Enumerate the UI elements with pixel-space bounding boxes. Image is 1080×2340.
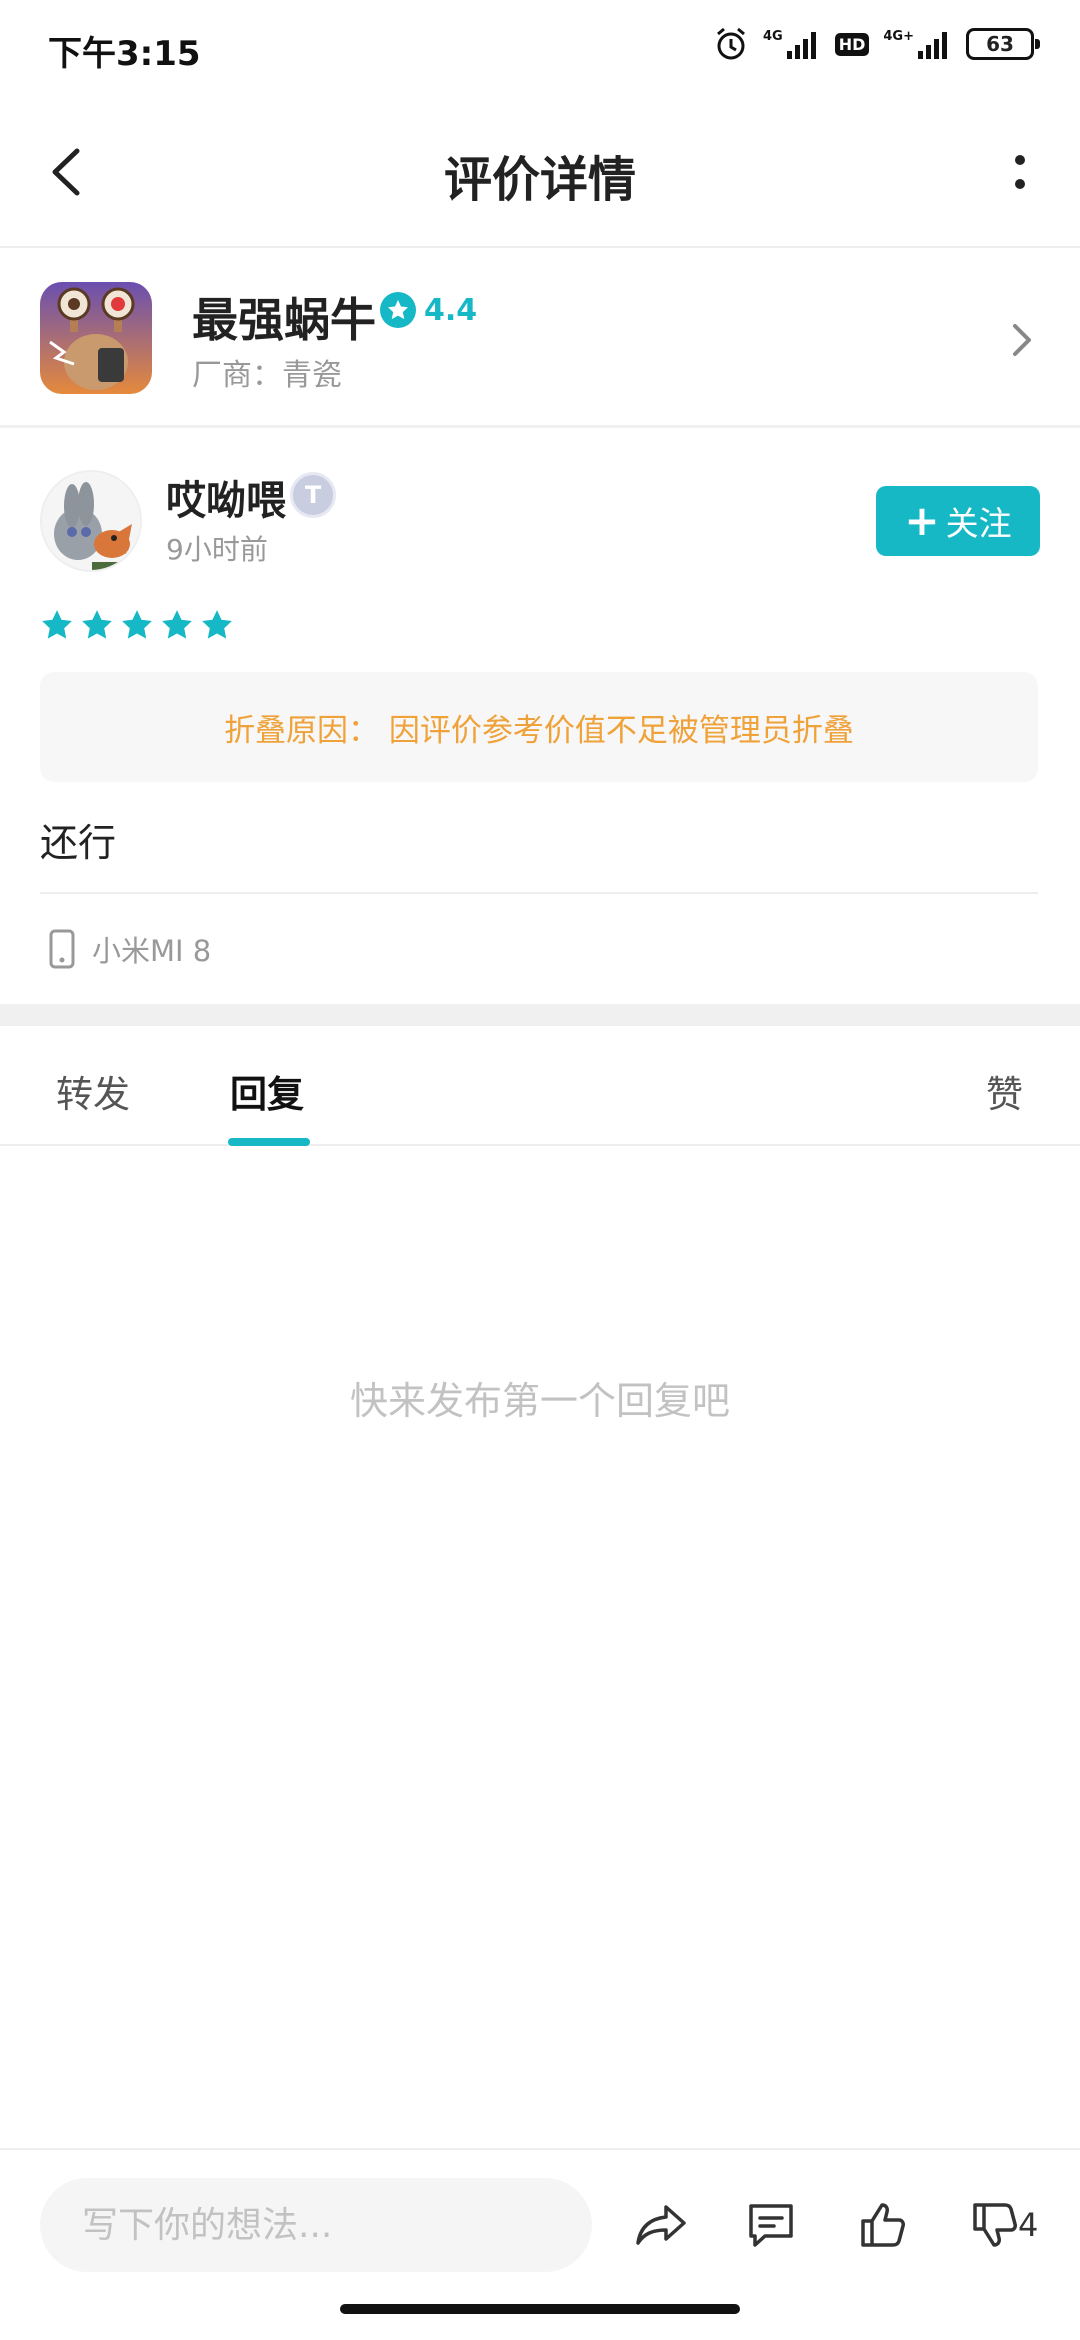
device-name: 小米MI 8	[92, 934, 212, 968]
hd-badge: HD	[834, 32, 870, 56]
tab-replies[interactable]: 回复	[230, 1064, 304, 1118]
comment-icon	[749, 2204, 793, 2247]
bottom-action-bar: 4	[0, 2148, 1080, 2298]
user-level-badge: T	[290, 472, 336, 518]
status-icons: 4G HD 4G+ 63	[713, 26, 1040, 62]
active-tab-indicator	[228, 1138, 310, 1146]
app-icon	[40, 282, 152, 394]
tab-likes[interactable]: 赞	[986, 1064, 1023, 1118]
network-type-2: 4G+	[883, 29, 914, 44]
status-bar: 下午3:15 4G HD 4G+ 63	[0, 0, 1080, 96]
star-badge-icon	[380, 292, 416, 328]
section-separator	[0, 1004, 1080, 1026]
star-icon	[82, 610, 112, 639]
app-name: 最强蜗牛	[192, 293, 376, 347]
comment-button[interactable]	[736, 2190, 806, 2260]
top-app-bar: 评价详情	[0, 96, 1080, 248]
tab-forward[interactable]: 转发	[56, 1064, 130, 1118]
star-icon	[202, 610, 232, 639]
app-info-row[interactable]: 最强蜗牛 4.4 厂商：青瓷	[0, 250, 1080, 428]
signal-icon-2: 4G+	[883, 29, 952, 59]
dislike-count: 4	[1018, 2206, 1039, 2244]
review-content: 还行	[40, 821, 117, 865]
thumbs-down-icon	[973, 2203, 1017, 2247]
tab-bar: 转发 回复 赞	[0, 1026, 1080, 1146]
follow-button[interactable]: + 关注	[876, 486, 1040, 556]
fold-notice: 折叠原因： 因评价参考价值不足被管理员折叠	[40, 672, 1038, 782]
more-options-button[interactable]	[990, 142, 1050, 202]
alarm-icon	[713, 26, 749, 62]
home-indicator[interactable]	[340, 2304, 740, 2314]
rating-value: 4.4	[424, 292, 478, 328]
app-rating: 4.4	[380, 292, 477, 328]
device-info: 小米MI 8	[48, 928, 211, 970]
review-stars	[40, 608, 234, 642]
like-button[interactable]	[848, 2190, 918, 2260]
thumbs-up-icon	[861, 2203, 905, 2247]
divider	[40, 892, 1038, 894]
author-name[interactable]: 哎呦喂	[166, 468, 286, 526]
status-time: 下午3:15	[48, 34, 201, 74]
share-icon	[636, 2205, 686, 2245]
share-button[interactable]	[626, 2190, 696, 2260]
page-title: 评价详情	[443, 152, 636, 208]
network-type-1: 4G	[763, 29, 783, 44]
follow-label: 关注	[945, 504, 1012, 543]
signal-icon-1: 4G	[763, 29, 821, 59]
phone-icon	[49, 929, 75, 969]
star-icon	[122, 610, 152, 639]
star-icon	[162, 610, 192, 639]
author-avatar[interactable]	[40, 470, 142, 572]
star-icon	[42, 610, 72, 639]
chevron-right-icon	[1002, 316, 1042, 364]
post-time: 9小时前	[166, 533, 268, 566]
fold-notice-text: 折叠原因： 因评价参考价值不足被管理员折叠	[224, 712, 854, 749]
battery-indicator: 63	[966, 28, 1040, 60]
comment-input[interactable]	[40, 2178, 592, 2272]
empty-state-text: 快来发布第一个回复吧	[349, 1379, 730, 1423]
vendor-label: 厂商：青瓷	[192, 358, 342, 393]
plus-icon: +	[904, 496, 940, 545]
more-vertical-icon	[1015, 155, 1025, 189]
